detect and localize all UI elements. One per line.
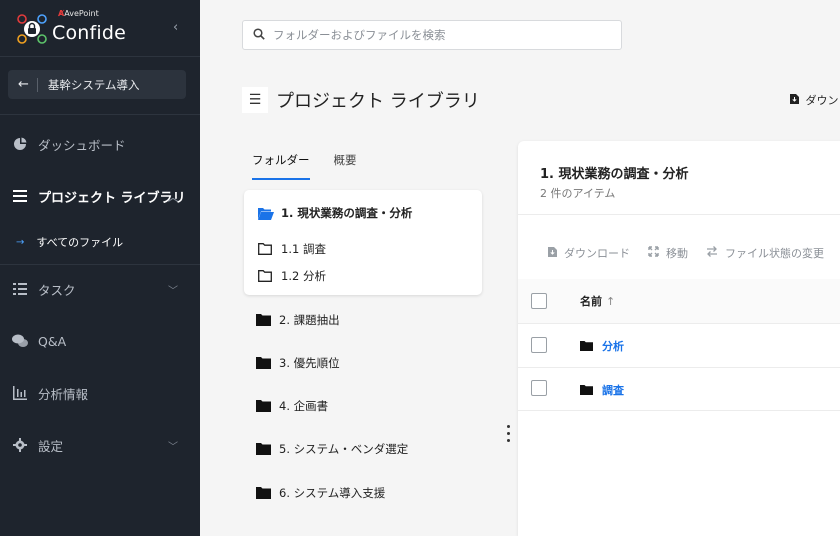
select-all-checkbox[interactable] (531, 293, 547, 309)
folder-icon (256, 313, 272, 327)
arrow-right-icon: → (16, 236, 25, 248)
column-header-name[interactable]: 名前 ↑ (580, 293, 615, 309)
divider (0, 264, 200, 265)
bar-chart-icon (12, 385, 28, 401)
sidebar-item-qa[interactable]: Q&A (0, 321, 200, 361)
folder-item[interactable]: 3. 優先順位 (256, 355, 340, 371)
divider (0, 56, 200, 57)
move-button[interactable]: 移動 (648, 245, 688, 261)
collapse-sidebar-icon[interactable]: ‹ (173, 20, 178, 35)
folder-icon (256, 486, 272, 500)
folder-item-child[interactable]: 1.2 分析 (258, 268, 326, 284)
folder-open-icon (258, 206, 274, 220)
table-row[interactable]: 調査 (580, 382, 624, 398)
sidebar-item-tasks[interactable]: タスク ﹀ (0, 269, 200, 309)
download-icon (548, 246, 557, 260)
divider (518, 367, 840, 368)
folder-outline-icon (258, 242, 274, 256)
folder-icon (256, 356, 272, 370)
change-status-button[interactable]: ファイル状態の変更 (706, 245, 824, 261)
search-input[interactable]: フォルダーおよびファイルを検索 (242, 20, 622, 50)
tab-folders[interactable]: フォルダー (252, 152, 310, 180)
tab-overview[interactable]: 概要 (334, 152, 357, 180)
chevron-up-icon: ︿ (168, 192, 178, 204)
folder-item[interactable]: 5. システム・ベンダ選定 (256, 441, 408, 457)
divider (0, 114, 200, 115)
chevron-down-icon: ﹀ (168, 441, 178, 453)
confide-logo-icon (16, 13, 48, 45)
folder-outline-icon (258, 269, 274, 283)
download-icon (790, 94, 803, 107)
sidebar-item-all-files[interactable]: → すべてのファイル (0, 230, 200, 254)
sidebar-item-dashboard[interactable]: ダッシュボード (0, 124, 200, 164)
divider (518, 214, 840, 215)
folder-item-current[interactable]: 1. 現状業務の調査・分析 (258, 205, 412, 221)
brand-company: ȺAvePoint (58, 9, 99, 18)
folder-item[interactable]: 6. システム導入支援 (256, 485, 385, 501)
folder-icon (580, 385, 593, 395)
page-header: ☰ プロジェクト ライブラリ (242, 87, 480, 113)
toolbar: ダウンロード 移動 ファイル状態の変更 ★ (548, 245, 840, 261)
list-icon (12, 188, 28, 204)
row-checkbox[interactable] (531, 380, 547, 396)
pie-chart-icon (12, 136, 28, 152)
folder-icon (256, 399, 272, 413)
folder-icon (256, 442, 272, 456)
download-button[interactable]: ダウンロ (790, 92, 840, 108)
tab-bar: フォルダー 概要 (252, 152, 381, 180)
swap-arrows-icon (706, 246, 718, 260)
sort-ascending-icon: ↑ (606, 295, 616, 308)
sidebar-item-settings[interactable]: 設定 ﹀ (0, 425, 200, 465)
page-title: プロジェクト ライブラリ (276, 91, 480, 112)
back-to-project-button[interactable]: ← 基幹システム導入 (8, 70, 186, 99)
folder-item[interactable]: 4. 企画書 (256, 398, 328, 414)
folder-title: 1. 現状業務の調査・分析 (540, 167, 689, 182)
menu-icon[interactable]: ☰ (242, 87, 268, 113)
folder-item-child[interactable]: 1.1 調査 (258, 241, 326, 257)
folder-icon (580, 341, 593, 351)
chevron-down-icon: ﹀ (168, 285, 178, 297)
sidebar-item-project-library[interactable]: プロジェクト ライブラリ ︿ (0, 176, 200, 216)
arrow-left-icon: ← (18, 77, 29, 92)
table-row[interactable]: 分析 (580, 338, 624, 354)
divider (518, 410, 840, 411)
sidebar: ȺAvePoint Confide ‹ ← 基幹システム導入 ダッシュボード プ… (0, 0, 200, 536)
search-icon (253, 27, 265, 43)
divider (518, 323, 840, 324)
task-list-icon (12, 281, 28, 297)
search-placeholder: フォルダーおよびファイルを検索 (273, 28, 446, 42)
row-checkbox[interactable] (531, 337, 547, 353)
main-area: フォルダーおよびファイルを検索 ☰ プロジェクト ライブラリ ダウンロ フォルダ… (200, 0, 840, 536)
brand-product: Confide (52, 22, 127, 44)
brand-logo: ȺAvePoint Confide (16, 9, 127, 46)
divider (36, 77, 38, 92)
gear-icon (12, 437, 28, 453)
move-arrows-icon (648, 246, 659, 260)
chat-icon (12, 333, 28, 349)
resize-handle-icon[interactable] (507, 425, 511, 446)
content-panel: 1. 現状業務の調査・分析 2 件のアイテム ダウンロード 移動 ファイル状態の… (518, 141, 840, 536)
folder-item[interactable]: 2. 課題抽出 (256, 312, 340, 328)
project-name: 基幹システム導入 (47, 77, 140, 92)
sidebar-item-insights[interactable]: 分析情報 (0, 373, 200, 413)
table-header (518, 279, 840, 323)
item-count: 2 件のアイテム (540, 187, 616, 200)
download-button[interactable]: ダウンロード (548, 245, 630, 261)
